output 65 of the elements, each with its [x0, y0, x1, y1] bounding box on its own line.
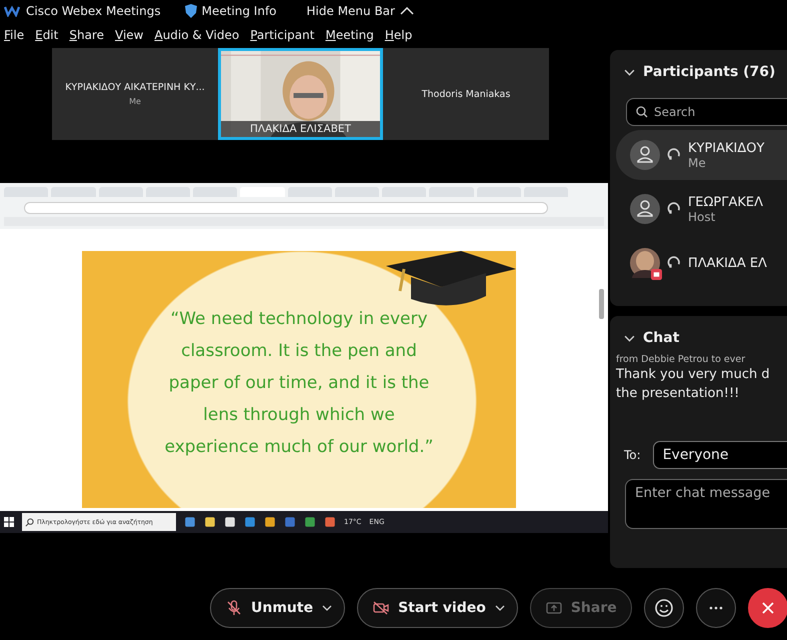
address-bar[interactable]: [24, 202, 548, 214]
caret-icon: [494, 604, 505, 610]
menu-item[interactable]: Participant: [250, 28, 314, 42]
menu-item[interactable]: Help: [384, 28, 412, 42]
more-options-button[interactable]: [696, 588, 736, 628]
menu-item[interactable]: Meeting: [325, 28, 374, 42]
share-icon: [546, 600, 562, 616]
to-label: To:: [624, 448, 641, 462]
chat-message: the presentation!!!: [616, 385, 740, 403]
menu-item[interactable]: View: [114, 28, 144, 42]
participant-name: ΠΛΑΚΙΔΑ ΕΛ: [688, 256, 767, 270]
search-field[interactable]: Search: [626, 98, 787, 126]
windows-start-icon[interactable]: [4, 517, 14, 527]
audio-status-icon: [667, 256, 681, 270]
video-tile[interactable]: ΠΛΑΚΙΔΑ ΕΛΙΣΑΒΕΤ: [218, 48, 383, 140]
participant-name: ΓΕΩΡΓΑΚΕΛ: [688, 194, 763, 210]
audio-status-icon: [667, 148, 681, 162]
smiley-icon: [654, 598, 674, 618]
quote-text: “We need technology in every classroom. It is the pen and paper of our time, and it is the lens through which we experience much of our world.”: [164, 308, 434, 459]
attendee-row[interactable]: ΠΛΑΚΙΔΑ ΕΛ: [610, 238, 787, 288]
taskbar-app-icon[interactable]: [264, 516, 276, 528]
participants-header[interactable]: Participants (76): [610, 50, 787, 80]
taskbar-app-icon[interactable]: [224, 516, 236, 528]
scrollbar[interactable]: [599, 289, 604, 319]
menu-item[interactable]: Audio & Video: [154, 28, 240, 42]
chat-header[interactable]: Chat: [610, 316, 787, 346]
avatar-icon: [630, 194, 660, 224]
name-tile[interactable]: Thodoris Maniakas: [383, 48, 549, 140]
menu-item[interactable]: Share: [69, 28, 104, 42]
name-tile[interactable]: ΚΥΡΙΑΚΙΔΟΥ ΑΙΚΑΤΕΡΙΝΗ ΚΥ... Me: [52, 48, 218, 140]
chat-sender: from Debbie Petrou to ever: [616, 354, 746, 365]
meeting-info-button[interactable]: Meeting Info: [184, 4, 277, 18]
chat-message: Thank you very much d: [616, 366, 771, 384]
reactions-button[interactable]: [644, 588, 684, 628]
participant-name: Thodoris Maniakas: [422, 88, 510, 100]
participant-role: Me: [688, 156, 707, 170]
shield-icon: [184, 4, 197, 18]
participant-name: ΚΥΡΙΑΚΙΔΟΥ: [688, 140, 764, 156]
caret-icon: [400, 7, 414, 15]
webex-logo-icon: [4, 5, 20, 17]
participant-name: ΠΛΑΚΙΔΑ ΕΛΙΣΑΒΕΤ: [221, 121, 380, 137]
avatar-icon: [630, 140, 660, 170]
attendee-row[interactable]: ΚΥΡΙΑΚΙΔΟΥ Me: [616, 130, 787, 180]
caret-icon: [322, 604, 332, 610]
search-icon: [636, 106, 648, 118]
recipient-dropdown[interactable]: Everyone: [652, 441, 787, 469]
menu-item[interactable]: File: [4, 28, 24, 42]
app-title: Cisco Webex Meetings: [26, 4, 161, 18]
attendee-row[interactable]: ΓΕΩΡΓΑΚΕΛ Host: [610, 184, 787, 234]
video-off-icon: [651, 269, 662, 280]
chat-input-field[interactable]: Enter chat message: [625, 479, 787, 529]
microphone-off-icon: [226, 600, 242, 616]
audio-status-icon: [667, 202, 681, 216]
participant-role: Host: [688, 210, 716, 224]
camera-off-icon: [373, 600, 390, 616]
hide-menu-bar-button[interactable]: Hide Menu Bar: [306, 4, 414, 18]
participant-role: Me: [129, 97, 141, 106]
participant-name: ΚΥΡΙΑΚΙΔΟΥ ΑΙΚΑΤΕΡΙΝΗ ΚΥ...: [65, 82, 205, 93]
search-icon: [25, 518, 34, 526]
close-icon: [760, 600, 776, 616]
menu-item[interactable]: Edit: [35, 28, 58, 42]
mute-button[interactable]: Unmute: [210, 588, 346, 628]
taskbar-app-icon[interactable]: [204, 516, 216, 528]
leave-meeting-button[interactable]: [748, 588, 787, 628]
video-button[interactable]: Start video: [357, 588, 518, 628]
